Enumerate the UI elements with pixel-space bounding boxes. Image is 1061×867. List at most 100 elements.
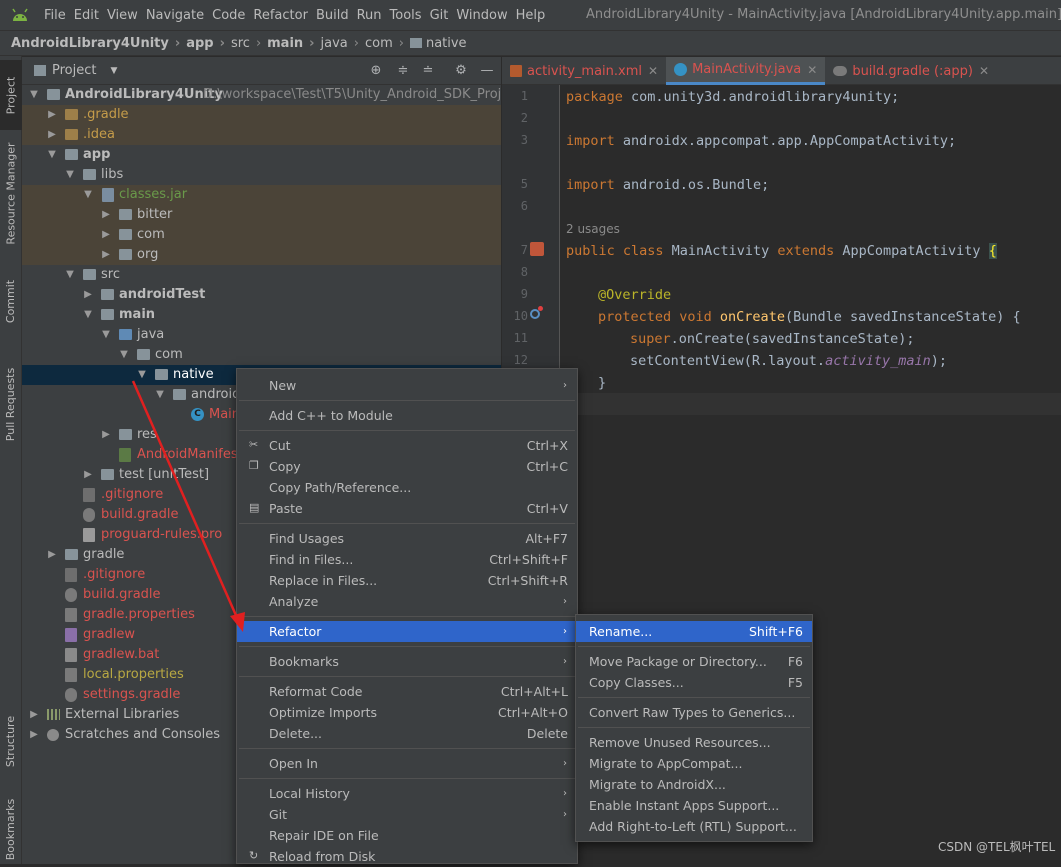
tab-mainactivity-java[interactable]: MainActivity.java ✕ (666, 57, 826, 85)
tree-item-src[interactable]: ▼ src (22, 265, 501, 285)
menu-item-move-package[interactable]: Move Package or Directory... F6 (576, 651, 812, 672)
menu-item-git[interactable]: Git › (237, 804, 577, 825)
chevron-right-icon[interactable]: ▶ (28, 725, 40, 745)
tool-tab-resource-manager[interactable]: Resource Manager (0, 138, 22, 248)
chevron-down-icon[interactable]: ▼ (118, 345, 130, 365)
tree-item-java[interactable]: ▼ java (22, 325, 501, 345)
usages-hint[interactable]: 2 usages (566, 222, 620, 236)
menu-item-replace-in-files[interactable]: Replace in Files... Ctrl+Shift+R (237, 570, 577, 591)
menu-item-find-in-files[interactable]: Find in Files... Ctrl+Shift+F (237, 549, 577, 570)
menu-code[interactable]: Code (208, 8, 249, 23)
chevron-right-icon[interactable]: ▶ (100, 205, 112, 225)
breadcrumb-item[interactable]: app › (186, 36, 231, 51)
menu-item-local-history[interactable]: Local History › (237, 783, 577, 804)
chevron-right-icon[interactable]: ▶ (46, 105, 58, 125)
chevron-right-icon[interactable]: ▶ (100, 425, 112, 445)
collapse-all-icon[interactable]: ≐ (420, 63, 436, 79)
menu-file[interactable]: File (40, 8, 70, 23)
tool-tab-pull-requests[interactable]: Pull Requests (0, 354, 22, 454)
menu-item-rename[interactable]: Rename... Shift+F6 (576, 621, 812, 642)
close-icon[interactable]: ✕ (807, 63, 817, 77)
menu-item-remove-unused-resources[interactable]: Remove Unused Resources... (576, 732, 812, 753)
tool-tab-project[interactable]: Project (0, 60, 22, 130)
menu-item-copy-classes[interactable]: Copy Classes... F5 (576, 672, 812, 693)
breadcrumb-item[interactable]: src › (231, 36, 267, 51)
menu-item-migrate-appcompat[interactable]: Migrate to AppCompat... (576, 753, 812, 774)
chevron-right-icon[interactable]: ▶ (100, 225, 112, 245)
tree-item-org[interactable]: ▶ org (22, 245, 501, 265)
breadcrumb-item[interactable]: native (409, 36, 467, 51)
menu-edit[interactable]: Edit (70, 8, 103, 23)
code-line-12[interactable]: setContentView(R.layout.activity_main); (630, 353, 947, 369)
chevron-down-icon[interactable]: ▼ (64, 165, 76, 185)
minimize-icon[interactable]: — (479, 63, 495, 79)
menu-navigate[interactable]: Navigate (142, 8, 208, 23)
menu-item-reformat-code[interactable]: Reformat Code Ctrl+Alt+L (237, 681, 577, 702)
tab-build-gradle-app[interactable]: build.gradle (:app) ✕ (825, 57, 997, 85)
menu-build[interactable]: Build (312, 8, 353, 23)
menu-git[interactable]: Git (426, 8, 453, 23)
tree-item-bitter[interactable]: ▶ bitter (22, 205, 501, 225)
menu-item-optimize-imports[interactable]: Optimize Imports Ctrl+Alt+O (237, 702, 577, 723)
chevron-down-icon[interactable]: ▼ (64, 265, 76, 285)
menu-item-bookmarks[interactable]: Bookmarks › (237, 651, 577, 672)
chevron-down-icon[interactable]: ▼ (82, 305, 94, 325)
menu-item-copy[interactable]: ❐ Copy Ctrl+C (237, 456, 577, 477)
menu-item-repair-ide[interactable]: Repair IDE on File (237, 825, 577, 846)
expand-all-icon[interactable]: ≑ (395, 63, 411, 79)
tab-activity-main-xml[interactable]: activity_main.xml ✕ (502, 57, 666, 85)
code-line-13[interactable]: } (598, 375, 606, 391)
code-line-7[interactable]: public class MainActivity extends AppCom… (566, 243, 997, 259)
project-view-selector[interactable]: Project (52, 63, 96, 78)
menu-refactor[interactable]: Refactor (249, 8, 312, 23)
tool-tab-structure[interactable]: Structure (0, 706, 22, 776)
menu-item-delete[interactable]: Delete... Delete (237, 723, 577, 744)
menu-item-new[interactable]: New › (237, 375, 577, 396)
menu-item-find-usages[interactable]: Find Usages Alt+F7 (237, 528, 577, 549)
chevron-down-icon[interactable]: ▼ (28, 85, 40, 105)
chevron-down-icon[interactable]: ▼ (100, 325, 112, 345)
chevron-down-icon[interactable]: ▼ (136, 365, 148, 385)
activity-gutter-icon[interactable] (530, 242, 544, 256)
chevron-right-icon[interactable]: ▶ (28, 705, 40, 725)
menu-help[interactable]: Help (512, 8, 550, 23)
menu-item-migrate-androidx[interactable]: Migrate to AndroidX... (576, 774, 812, 795)
chevron-down-icon[interactable]: ▼ (82, 185, 94, 205)
menu-item-cut[interactable]: ✂ Cut Ctrl+X (237, 435, 577, 456)
chevron-down-icon[interactable]: ▼ (46, 145, 58, 165)
breadcrumb-item[interactable]: com › (365, 36, 410, 51)
code-line-10[interactable]: protected void onCreate(Bundle savedInst… (598, 309, 1021, 325)
tree-item-gradle-dir[interactable]: ▶ .gradle (22, 105, 501, 125)
menu-item-add-cpp[interactable]: Add C++ to Module (237, 405, 577, 426)
menu-item-refactor[interactable]: Refactor › (237, 621, 577, 642)
gear-icon[interactable]: ⚙ (453, 63, 469, 79)
code-line-1[interactable]: package com.unity3d.androidlibrary4unity… (566, 89, 899, 105)
chevron-right-icon[interactable]: ▶ (82, 285, 94, 305)
tree-item-com[interactable]: ▼ com (22, 345, 501, 365)
tree-item-com-jar[interactable]: ▶ com (22, 225, 501, 245)
breadcrumb-item[interactable]: java › (321, 36, 365, 51)
chevron-right-icon[interactable]: ▶ (82, 465, 94, 485)
tool-tab-bookmarks[interactable]: Bookmarks (0, 794, 22, 864)
menu-item-convert-raw-types[interactable]: Convert Raw Types to Generics... (576, 702, 812, 723)
menu-view[interactable]: View (103, 8, 142, 23)
tree-item-root[interactable]: ▼ AndroidLibrary4Unity D:\workspace\Test… (22, 85, 535, 105)
chevron-right-icon[interactable]: ▶ (100, 245, 112, 265)
tree-item-idea[interactable]: ▶ .idea (22, 125, 501, 145)
menu-item-copy-path[interactable]: Copy Path/Reference... (237, 477, 577, 498)
tree-item-main[interactable]: ▼ main (22, 305, 501, 325)
menu-item-paste[interactable]: ▤ Paste Ctrl+V (237, 498, 577, 519)
close-icon[interactable]: ✕ (979, 64, 989, 78)
menu-item-open-in[interactable]: Open In › (237, 753, 577, 774)
code-line-11[interactable]: super.onCreate(savedInstanceState); (630, 331, 914, 347)
tree-item-androidtest[interactable]: ▶ androidTest (22, 285, 501, 305)
code-line-9[interactable]: @Override (598, 287, 671, 303)
chevron-right-icon[interactable]: ▶ (46, 125, 58, 145)
menu-window[interactable]: Window (452, 8, 511, 23)
locate-icon[interactable]: ⊕ (368, 63, 384, 79)
chevron-down-icon[interactable]: ▼ (154, 385, 166, 405)
close-icon[interactable]: ✕ (648, 64, 658, 78)
tree-item-classes-jar[interactable]: ▼ classes.jar (22, 185, 501, 205)
chevron-down-icon[interactable]: ▼ (110, 66, 117, 76)
breadcrumb-item[interactable]: main › (267, 36, 320, 51)
